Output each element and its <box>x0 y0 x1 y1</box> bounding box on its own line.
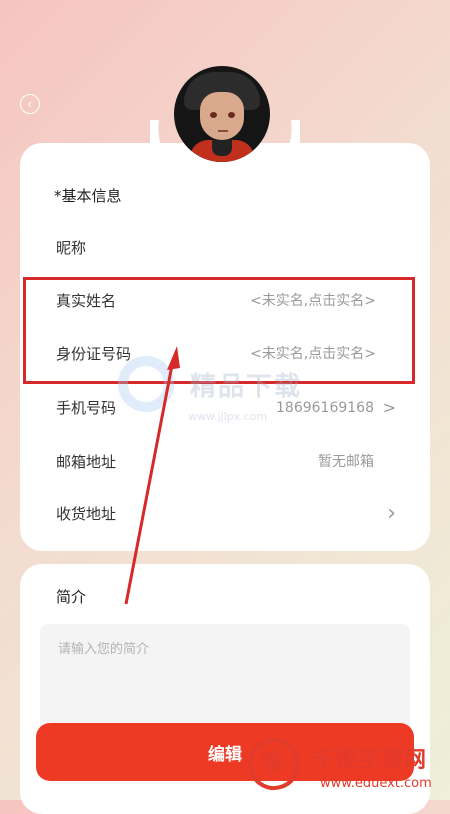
email-row[interactable]: 邮箱地址 暂无邮箱 <box>20 436 430 488</box>
watermark-text: 精品下载 <box>190 372 303 402</box>
email-label: 邮箱地址 <box>56 453 117 471</box>
address-label: 收货地址 <box>56 505 117 523</box>
avatar[interactable] <box>174 66 270 162</box>
chevron-right-icon: › <box>387 501 396 526</box>
email-value: 暂无邮箱 <box>318 454 374 470</box>
back-button[interactable]: ‹ <box>20 94 40 114</box>
intro-title: 简介 <box>56 588 87 606</box>
nickname-label: 昵称 <box>56 239 87 257</box>
section-title: *基本信息 <box>54 187 122 205</box>
site-name: 千饭手游网 <box>312 748 428 773</box>
phone-label: 手机号码 <box>56 399 117 417</box>
chevron-right-icon: > <box>382 398 396 417</box>
nickname-row[interactable]: 昵称 <box>20 222 430 274</box>
site-url: www.eduext.com <box>320 776 432 791</box>
watermark-logo-icon <box>118 356 174 412</box>
chevron-left-icon: ‹ <box>27 97 32 111</box>
intro-input[interactable] <box>40 624 410 734</box>
watermark-url: www.jjlpx.com <box>188 410 268 423</box>
address-row[interactable]: 收货地址 › <box>20 488 430 540</box>
